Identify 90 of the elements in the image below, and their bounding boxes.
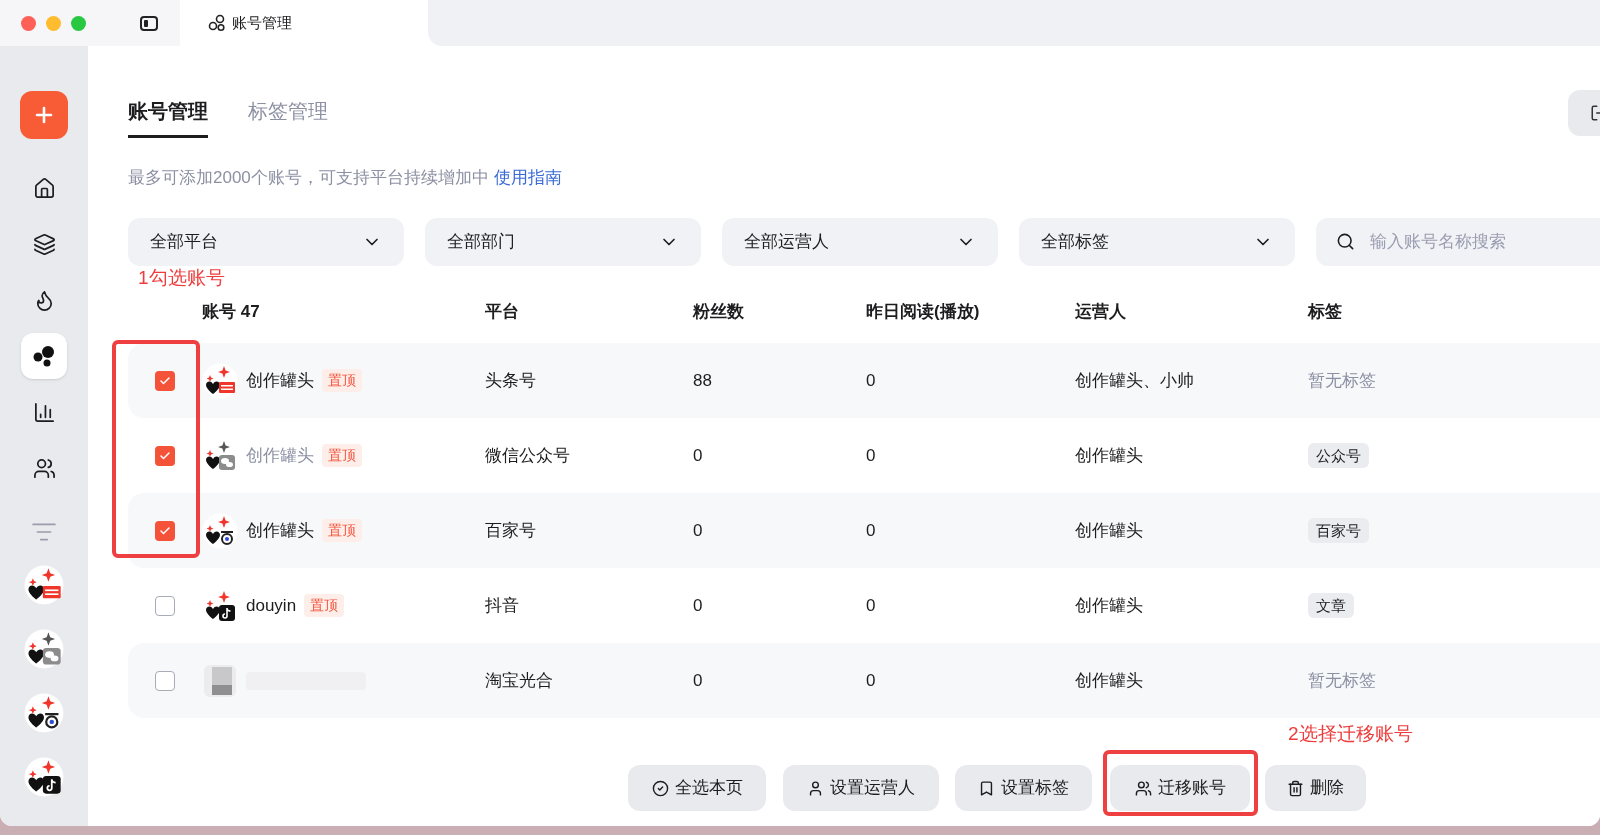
check-icon [159, 524, 171, 537]
filter-dropdown[interactable]: 全部部门 [425, 217, 701, 266]
column-header: 粉丝数 [693, 300, 744, 323]
action-button[interactable]: 删除 [1265, 765, 1366, 811]
table-cell-text: 0 [866, 444, 876, 467]
circles-icon [208, 14, 226, 32]
account-avatar-icon [202, 512, 238, 549]
table-cell-text: 0 [866, 669, 876, 692]
action-button[interactable]: 迁移账号 [1110, 765, 1250, 811]
add-button[interactable] [20, 91, 68, 139]
annotation-text: 1勾选账号 [138, 266, 225, 290]
empty-tag-text: 暂无标签 [1308, 370, 1376, 390]
guide-link[interactable]: 使用指南 [493, 165, 562, 191]
table-cell-text: 微信公众号 [485, 444, 570, 467]
table-cell-text: 头条号 [485, 369, 536, 392]
row-checkbox[interactable] [155, 520, 175, 541]
action-button[interactable]: 设置运营人 [783, 765, 939, 811]
table-cell-text: 百家号 [485, 519, 536, 542]
column-header: 平台 [485, 300, 519, 323]
filter-dropdown[interactable]: 全部标签 [1019, 217, 1295, 266]
annotation-text: 2选择迁移账号 [1288, 722, 1413, 746]
filter-dropdown[interactable]: 全部运营人 [722, 217, 998, 266]
action-button[interactable]: 全选本页 [628, 765, 766, 811]
account-avatar-icon [24, 757, 64, 797]
tag-chip: 文章 [1308, 592, 1354, 618]
notice-text: 最多可添加2000个账号，可支持平台持续增加中 [128, 167, 489, 189]
table-cell-text: 抖音 [485, 594, 519, 617]
account-name: 创作罐头 [246, 369, 314, 392]
sidebar-item[interactable] [21, 333, 67, 379]
table-cell-text: 0 [693, 669, 703, 692]
table-cell-text: 0 [693, 444, 703, 467]
row-checkbox[interactable] [155, 370, 175, 391]
table-cell-text: 0 [866, 519, 876, 542]
row-checkbox[interactable] [155, 595, 175, 616]
home-icon [32, 176, 56, 200]
table-cell-text: 淘宝光合 [485, 669, 553, 692]
user-icon [807, 779, 824, 797]
account-avatar-icon [202, 362, 238, 399]
filter-dropdown[interactable]: 全部平台 [128, 217, 404, 266]
column-header: 标签 [1308, 300, 1342, 323]
table-cell-text: 创作罐头、小帅 [1075, 369, 1194, 392]
account-name: 创作罐头 [246, 519, 314, 542]
action-button[interactable]: 设置标签 [955, 765, 1092, 811]
circles-icon [32, 345, 56, 367]
page-tab[interactable]: 账号管理 [128, 96, 208, 138]
blurred-avatar [202, 662, 238, 699]
maximize-window-button[interactable] [71, 15, 86, 31]
pinned-badge: 置顶 [322, 369, 362, 392]
account-avatar-icon [24, 565, 64, 605]
table-row[interactable]: 淘宝光合 0 0 创作罐头 暂无标签 [128, 643, 1600, 718]
pinned-badge: 置顶 [322, 519, 362, 542]
bookmark-icon [978, 779, 995, 797]
check-icon [159, 374, 171, 387]
account-name: douyin [246, 594, 297, 617]
layers-icon [32, 232, 56, 256]
window-tab[interactable]: 账号管理 [180, 0, 428, 46]
table-cell-text: 0 [866, 369, 876, 392]
table-cell-text: 88 [693, 369, 712, 392]
check-circle-icon [651, 779, 669, 797]
account-avatar-icon [24, 629, 64, 669]
table-cell-text: 创作罐头 [1075, 669, 1143, 692]
users-icon [32, 456, 56, 480]
table-cell-text: 创作罐头 [1075, 519, 1143, 542]
column-header: 账号 47 [202, 300, 260, 323]
pinned-badge: 置顶 [322, 444, 362, 467]
check-icon [159, 449, 171, 462]
column-header: 运营人 [1075, 300, 1126, 323]
search-field[interactable]: 输入账号名称搜索 [1316, 217, 1600, 266]
account-name: 创作罐头 [246, 444, 314, 467]
table-cell-text: 创作罐头 [1075, 444, 1143, 467]
tag-chip: 百家号 [1308, 517, 1369, 543]
pinned-badge: 置顶 [304, 594, 345, 617]
table-row[interactable]: 创作罐头 置顶 头条号 88 0 创作罐头、小帅 暂无标签 [128, 343, 1600, 418]
table-cell-text: 0 [693, 519, 703, 542]
users-icon [1134, 779, 1152, 797]
tag-chip: 公众号 [1308, 442, 1369, 468]
search-icon [1336, 231, 1355, 251]
bar-chart-icon [32, 400, 56, 424]
trash-icon [1287, 779, 1304, 797]
table-cell-text: 创作罐头 [1075, 594, 1143, 617]
account-avatar-icon [24, 693, 64, 733]
row-checkbox[interactable] [155, 670, 175, 691]
table-row[interactable]: 创作罐头 置顶 百家号 0 0 创作罐头 百家号 [128, 493, 1600, 568]
table-cell-text: 0 [866, 594, 876, 617]
column-header: 昨日阅读(播放) [866, 300, 980, 323]
row-checkbox[interactable] [155, 445, 175, 466]
empty-tag-text: 暂无标签 [1308, 670, 1376, 690]
close-window-button[interactable] [21, 15, 36, 31]
table-cell-text: 0 [693, 594, 703, 617]
sidebar-toggle-icon[interactable] [140, 15, 158, 31]
